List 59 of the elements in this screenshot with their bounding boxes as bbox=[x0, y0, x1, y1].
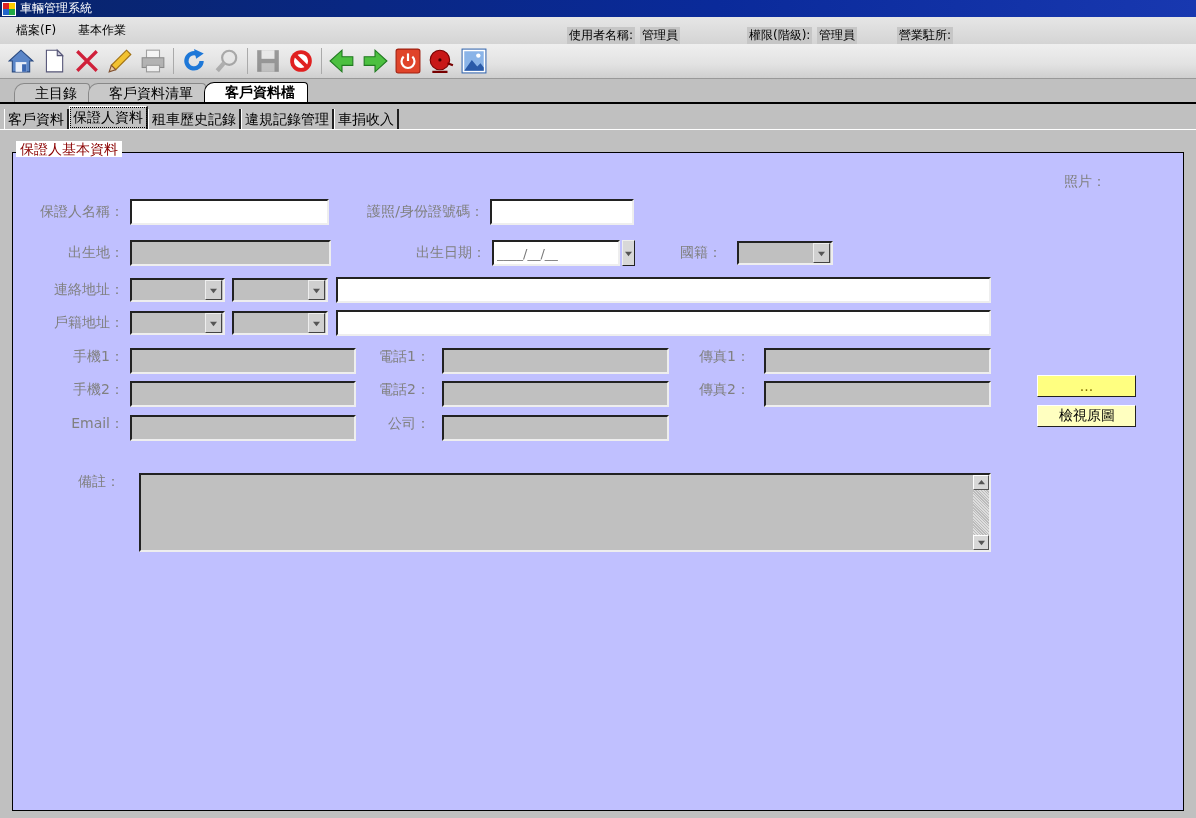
field-label: 電話2： bbox=[378, 381, 431, 399]
button[interactable]: 檢視原圖 bbox=[1037, 405, 1136, 427]
arrow-down-icon bbox=[313, 286, 320, 294]
input-field[interactable] bbox=[336, 310, 991, 336]
bell-icon[interactable] bbox=[428, 48, 454, 74]
tab[interactable]: 違規記錄管理 bbox=[241, 109, 334, 129]
arrow-down-icon bbox=[210, 286, 217, 294]
field-label: 連絡地址： bbox=[53, 281, 125, 299]
arrow-right-icon[interactable] bbox=[362, 48, 388, 74]
menu-item[interactable]: 檔案(F) bbox=[10, 22, 63, 39]
field-label: 電話1： bbox=[378, 348, 431, 366]
image-icon[interactable] bbox=[461, 48, 487, 74]
arrow-down-icon bbox=[625, 249, 632, 257]
tab[interactable]: 主目錄 bbox=[14, 83, 90, 102]
tab[interactable]: 客戶資料 bbox=[4, 109, 69, 129]
user-info-label: 營業駐所: bbox=[897, 27, 954, 44]
pencil-icon[interactable] bbox=[107, 48, 133, 74]
field-label: 國籍： bbox=[679, 244, 723, 262]
input-field[interactable] bbox=[490, 199, 634, 225]
user-info-value: 管理員 bbox=[640, 27, 681, 44]
field-label: 出生地： bbox=[67, 244, 125, 262]
arrow-down-icon bbox=[210, 319, 217, 327]
dropdown-button[interactable] bbox=[622, 240, 635, 266]
field-label: 傳真2： bbox=[698, 381, 751, 399]
input-field[interactable] bbox=[130, 199, 329, 225]
field-label: 手機1： bbox=[72, 348, 125, 366]
stop-sign-icon[interactable] bbox=[288, 48, 314, 74]
field-label: 保證人名稱： bbox=[39, 203, 125, 221]
tab[interactable]: 客戶資料檔 bbox=[204, 82, 308, 102]
arrow-down-icon bbox=[818, 249, 825, 257]
field-label: 備註： bbox=[76, 473, 121, 491]
refresh-icon[interactable] bbox=[181, 48, 207, 74]
menu-item[interactable]: 基本作業 bbox=[72, 22, 133, 39]
user-info-label: 使用者名稱: bbox=[567, 27, 636, 44]
field-label: 傳真1： bbox=[698, 348, 751, 366]
field-label: Email： bbox=[70, 415, 125, 433]
arrow-down-icon bbox=[313, 319, 320, 327]
tab[interactable]: 客戶資料清單 bbox=[88, 83, 206, 102]
field-label: 公司： bbox=[387, 415, 431, 433]
tab[interactable]: 保證人資料 bbox=[69, 106, 148, 129]
tab[interactable]: 租車歷史記錄 bbox=[148, 109, 241, 129]
window-title: 車輛管理系統 bbox=[20, 0, 92, 17]
arrow-left-icon[interactable] bbox=[329, 48, 355, 74]
field-label: 護照/身份證號碼： bbox=[366, 203, 485, 221]
app-icon bbox=[2, 1, 16, 16]
user-info-label: 權限(階級): bbox=[747, 27, 813, 44]
tab[interactable]: 車捐收入 bbox=[334, 109, 399, 129]
home-icon[interactable] bbox=[8, 48, 34, 74]
power-icon[interactable] bbox=[395, 48, 421, 74]
user-info-value: 管理員 bbox=[817, 27, 858, 44]
group-title: 保證人基本資料 bbox=[16, 141, 122, 157]
photo-label: 照片： bbox=[1064, 172, 1107, 190]
field-label: 出生日期： bbox=[415, 244, 487, 262]
field-label: 戶籍地址： bbox=[53, 314, 125, 332]
button[interactable]: ... bbox=[1037, 375, 1136, 397]
date-field[interactable]: ____/__/__ bbox=[492, 240, 620, 266]
cross-icon[interactable] bbox=[74, 48, 100, 74]
field-label: 手機2： bbox=[72, 381, 125, 399]
input-field[interactable] bbox=[336, 277, 991, 303]
